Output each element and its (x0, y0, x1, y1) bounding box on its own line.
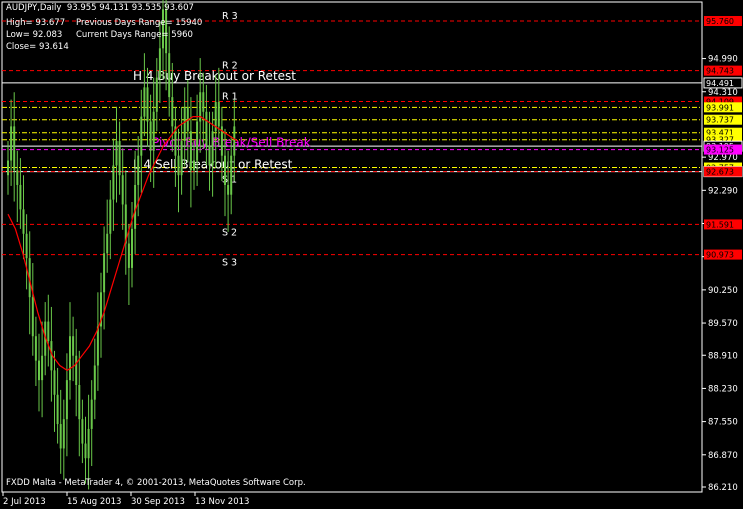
x-tick-label: 13 Nov 2013 (195, 497, 249, 507)
price-tag-label: 94.491 (706, 79, 734, 88)
price-tag-label: 90.973 (706, 251, 734, 260)
candle-body (96, 326, 99, 366)
candle-body (171, 97, 174, 127)
candle-body (59, 424, 62, 449)
candle-body (22, 209, 25, 234)
candle-body (146, 87, 149, 122)
candle-body (168, 53, 171, 98)
candle-body (177, 155, 180, 176)
candle-body (202, 92, 205, 112)
candle-body (93, 365, 96, 400)
price-tag-label: 95.760 (706, 17, 734, 26)
candle-body (103, 253, 106, 293)
candle-body (230, 155, 233, 195)
y-tick-label: 87.550 (708, 418, 738, 428)
candle-body (118, 141, 121, 176)
candle-body (208, 145, 211, 166)
candle-body (158, 48, 161, 78)
candle-body (56, 394, 59, 425)
y-tick-label: 90.250 (708, 286, 738, 296)
candle-body (78, 385, 81, 420)
stat-current-range: Current Days Range= 5960 (76, 30, 193, 40)
price-tag-label: 93.991 (706, 103, 734, 112)
candle-body (81, 419, 84, 444)
candle-body (84, 443, 87, 459)
candle-body (47, 321, 50, 342)
candle-body (134, 184, 137, 229)
price-tag-label: 94.743 (706, 67, 734, 76)
candle-body (53, 370, 56, 395)
candle-body (115, 141, 118, 166)
candle-body (193, 160, 195, 171)
candle-body (143, 87, 146, 117)
candle-body (180, 141, 183, 176)
candle-body (149, 121, 152, 151)
price-tag-label: 93.125 (706, 146, 734, 155)
candle-body (162, 9, 164, 49)
candle-body (224, 155, 226, 185)
candle-body (65, 380, 68, 420)
candle-body (106, 233, 109, 254)
candle-body (19, 184, 22, 210)
x-tick-label: 15 Aug 2013 (67, 497, 121, 507)
candle-body (90, 399, 93, 429)
candle-body (62, 419, 65, 449)
candle-body (31, 297, 34, 337)
price-tag-label: 92.673 (706, 168, 734, 177)
candle-body (189, 131, 192, 171)
stat-close: Close= 93.614 (6, 42, 69, 52)
candle-body (217, 102, 220, 127)
stat-high: High= 93.677 (6, 18, 66, 28)
price-tag-label: 93.737 (706, 116, 734, 125)
level-name: S 2 (222, 227, 237, 238)
x-tick-label: 30 Sep 2013 (131, 497, 185, 507)
y-tick-label: 88.230 (708, 384, 738, 394)
candle-body (38, 360, 40, 381)
price-chart[interactable]: 94.99094.31092.97092.29091.61090.93090.2… (0, 0, 743, 509)
y-tick-label: 89.570 (708, 319, 738, 329)
candle-body (127, 243, 130, 268)
candle-body (34, 336, 37, 361)
candle-body (205, 111, 208, 146)
candle-body (140, 116, 143, 156)
level-name: S 3 (222, 258, 237, 269)
candle-body (109, 199, 112, 234)
candle-body (137, 155, 140, 185)
candle-body (75, 355, 78, 386)
y-tick-label: 86.210 (708, 483, 738, 493)
candle-body (152, 111, 155, 151)
candle-body (72, 336, 75, 356)
candle-body (131, 228, 133, 268)
price-tag-label: 91.591 (706, 220, 734, 229)
y-tick-label: 92.970 (708, 153, 738, 163)
stat-previous-range: Previous Days Range= 15940 (76, 18, 203, 28)
level-name: R 1 (222, 92, 238, 103)
candle-body (233, 126, 236, 156)
y-tick-label: 88.910 (708, 351, 738, 361)
candle-body (25, 233, 28, 259)
candle-body (87, 428, 90, 459)
candle-body (112, 165, 115, 200)
y-tick-label: 86.870 (708, 451, 738, 461)
candle-body (121, 175, 124, 205)
candle-body (155, 77, 158, 112)
candle-body (13, 126, 16, 171)
stat-low: Low= 92.083 (6, 30, 63, 40)
x-tick-label: 2 Jul 2013 (3, 497, 46, 507)
candle-body (16, 170, 19, 185)
candle-body (7, 160, 9, 176)
candle-body (69, 336, 71, 381)
footer-credit: FXDD Malta - MetaTrader 4, © 2001-2013, … (6, 478, 306, 488)
candle-body (41, 355, 44, 381)
candle-body (10, 126, 13, 161)
candle-body (211, 131, 214, 166)
chart-title: AUDJPY,Daily 93.955 94.131 93.535 93.607 (6, 3, 194, 13)
y-tick-label: 94.310 (708, 88, 738, 98)
candle-body (196, 121, 199, 161)
y-tick-label: 94.990 (708, 55, 738, 65)
level-name: R 3 (222, 11, 238, 22)
y-tick-label: 92.290 (708, 186, 738, 196)
candle-body (183, 106, 186, 142)
candle-body (227, 184, 230, 195)
